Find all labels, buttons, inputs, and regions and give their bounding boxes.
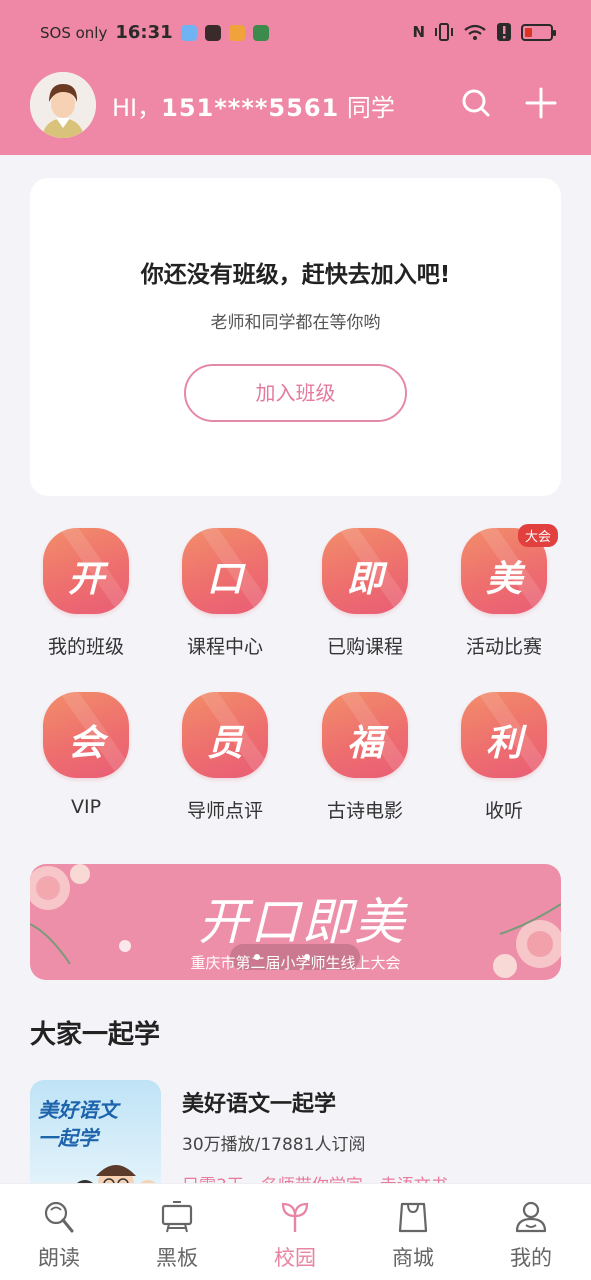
grid-item-label: 课程中心	[186, 636, 263, 658]
poetry-movies-icon: 福	[322, 692, 408, 778]
bottom-nav: 朗读 黑板 校园 商城 我的	[0, 1183, 591, 1280]
cartoon-teacher-illustration	[72, 1165, 158, 1200]
grid-item-tutor-review[interactable]: 员 导师点评	[160, 692, 290, 823]
join-class-card: 你还没有班级，赶快去加入吧! 老师和同学都在等你哟 加入班级	[30, 178, 561, 496]
wifi-icon	[464, 24, 486, 40]
avatar-image	[30, 72, 96, 138]
header: SOS only 16:31 N HI，151****5561 同学	[0, 0, 591, 155]
person-icon	[515, 1201, 547, 1233]
listen-icon: 利	[461, 692, 547, 778]
search-button[interactable]	[459, 86, 493, 120]
greeting-suffix: 同学	[339, 94, 395, 122]
app-notification-icon	[252, 24, 269, 41]
tile-char: 员	[206, 722, 243, 764]
status-right: N	[412, 22, 556, 42]
promo-banner[interactable]: 开口即美 重庆市第二届小学师生线上大会	[30, 864, 561, 980]
nav-mine[interactable]: 我的	[472, 1184, 590, 1280]
vibrate-icon	[435, 23, 453, 41]
microphone-icon	[44, 1201, 74, 1233]
tile-char: 开	[67, 558, 104, 600]
course-stats: 30万播放/17881人订阅	[182, 1135, 366, 1155]
course-center-icon: 口	[182, 528, 268, 614]
grid-item-course-center[interactable]: 口 课程中心	[160, 528, 290, 659]
battery-icon	[521, 23, 556, 41]
greeting: HI，151****5561 同学	[112, 88, 395, 123]
tile-char: 利	[485, 722, 522, 764]
user-phone: 151****5561	[161, 94, 340, 122]
tutor-review-icon: 员	[182, 692, 268, 778]
upload-notification-icon	[204, 24, 221, 41]
nfc-icon: N	[412, 23, 425, 41]
banner-subtitle: 重庆市第二届小学师生线上大会	[190, 954, 401, 972]
tile-char: 美	[485, 558, 522, 600]
grid-item-activities[interactable]: 美 活动比赛	[439, 528, 569, 659]
sprout-icon	[281, 1202, 309, 1232]
alert-icon	[497, 23, 511, 41]
purchased-courses-icon: 即	[322, 528, 408, 614]
tile-char: 即	[346, 558, 383, 600]
grid-item-listen[interactable]: 利 收听	[439, 692, 569, 823]
clock: 16:31	[115, 22, 173, 43]
plus-icon	[525, 87, 557, 119]
join-class-title: 你还没有班级，赶快去加入吧!	[140, 262, 451, 288]
grid-item-label: 我的班级	[47, 636, 124, 658]
status-left: SOS only 16:31	[40, 22, 269, 43]
nav-read[interactable]: 朗读	[0, 1184, 118, 1280]
grid-item-label: 已购课程	[326, 636, 403, 658]
grid-item-vip[interactable]: 会 VIP	[21, 692, 151, 818]
greeting-prefix: HI，	[112, 94, 162, 122]
join-class-subtitle: 老师和同学都在等你哟	[210, 313, 381, 333]
search-icon	[462, 89, 490, 117]
add-button[interactable]	[524, 86, 558, 120]
nav-label: 黑板	[156, 1246, 198, 1270]
event-badge: 大会	[518, 524, 559, 547]
course-title[interactable]: 美好语文一起学	[182, 1086, 336, 1118]
nav-shop[interactable]: 商城	[354, 1184, 472, 1280]
join-class-button[interactable]: 加入班级	[184, 364, 407, 422]
grid-item-purchased-courses[interactable]: 即 已购课程	[300, 528, 430, 659]
tile-char: 口	[206, 558, 243, 600]
grid-item-label: 古诗电影	[326, 800, 403, 822]
course-thumbnail[interactable]: 美好语文 一起学	[30, 1080, 161, 1200]
nav-label: 商城	[392, 1246, 434, 1270]
blackboard-icon	[161, 1201, 193, 1233]
vip-icon: 会	[43, 692, 129, 778]
home-screen: SOS only 16:31 N HI，151****5561 同学 你还没有班…	[0, 0, 591, 1280]
app-notification-icon	[180, 24, 197, 41]
grid-item-label: 活动比赛	[465, 636, 542, 658]
grid-item-label: 收听	[484, 800, 523, 822]
my-class-icon: 开	[43, 528, 129, 614]
grid-item-poetry-movies[interactable]: 福 古诗电影	[300, 692, 430, 823]
status-bar: SOS only 16:31 N	[0, 18, 591, 48]
avatar[interactable]	[30, 72, 96, 138]
grid-item-label: 导师点评	[186, 800, 263, 822]
nav-label: 我的	[510, 1246, 552, 1270]
grid-item-my-class[interactable]: 开 我的班级	[21, 528, 151, 659]
carrier-text: SOS only	[40, 23, 108, 42]
tile-char: 会	[67, 722, 104, 764]
shopping-bag-icon	[398, 1202, 428, 1233]
section-title: 大家一起学	[30, 1020, 161, 1050]
grid-item-label: VIP	[70, 796, 102, 818]
nav-campus[interactable]: 校园	[236, 1184, 354, 1280]
nav-label: 校园	[274, 1246, 316, 1270]
tile-char: 福	[346, 722, 383, 764]
nav-blackboard[interactable]: 黑板	[118, 1184, 236, 1280]
nav-label: 朗读	[38, 1246, 80, 1270]
app-notification-icon	[228, 24, 245, 41]
